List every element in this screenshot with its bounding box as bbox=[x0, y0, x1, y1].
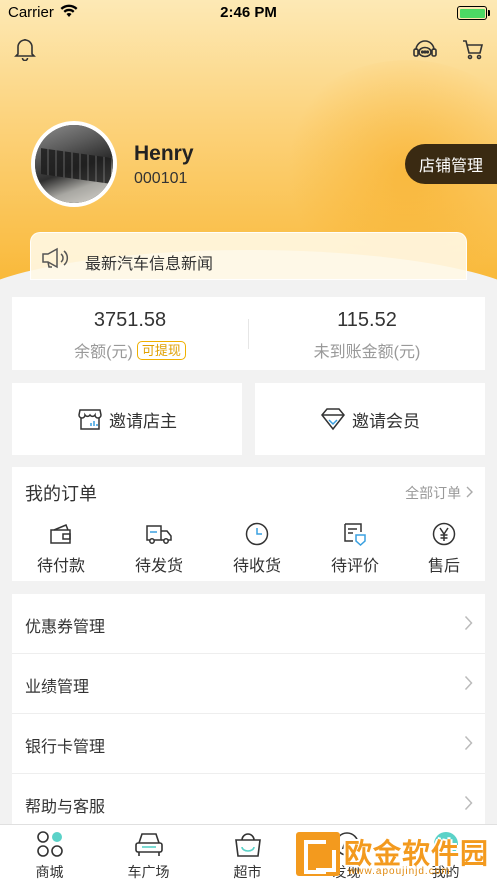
all-orders-link[interactable]: 全部订单 bbox=[405, 483, 473, 503]
all-orders-label: 全部订单 bbox=[405, 485, 462, 501]
invite-member-button[interactable]: 邀请会员 bbox=[255, 383, 485, 455]
order-after-sales[interactable]: 售后 bbox=[404, 521, 484, 577]
clock-icon bbox=[217, 521, 297, 547]
clock: 2:46 PM bbox=[220, 4, 277, 21]
order-pending-shipment[interactable]: 待发货 bbox=[119, 521, 199, 577]
megaphone-icon bbox=[41, 247, 75, 274]
invite-shop-owner-label: 邀请店主 bbox=[109, 411, 177, 431]
tab-supermarket-label: 超市 bbox=[233, 864, 262, 880]
cart-icon[interactable] bbox=[460, 36, 486, 62]
pending-amount: 115.52 bbox=[337, 309, 397, 331]
diamond-icon bbox=[320, 407, 346, 431]
watermark-url: www.apoujinjd.com bbox=[348, 866, 451, 877]
balance-card: 3751.58 余额(元) 可提现 115.52 未到账金额(元) bbox=[12, 297, 485, 370]
menu-item-performance[interactable]: 业绩管理 bbox=[12, 654, 485, 714]
invite-member-label: 邀请会员 bbox=[352, 411, 420, 431]
tab-supermarket[interactable]: 超市 bbox=[198, 827, 297, 882]
order-pending-review[interactable]: 待评价 bbox=[315, 521, 395, 577]
chevron-right-icon bbox=[464, 795, 473, 816]
status-bar: Carrier 2:46 PM bbox=[0, 0, 497, 26]
order-pending-payment-label: 待付款 bbox=[36, 558, 85, 575]
balance-pending[interactable]: 115.52 未到账金额(元) bbox=[249, 297, 485, 370]
menu-item-label: 银行卡管理 bbox=[25, 739, 106, 756]
truck-icon bbox=[119, 521, 199, 547]
chevron-right-icon bbox=[464, 615, 473, 636]
orders-card: 我的订单 全部订单 待付款 待发货 待收货 待评价 售后 bbox=[12, 467, 485, 581]
chevron-right-icon bbox=[465, 485, 473, 501]
order-pending-receipt-label: 待收货 bbox=[232, 558, 281, 575]
order-pending-payment[interactable]: 待付款 bbox=[21, 521, 101, 577]
tab-mall-label: 商城 bbox=[35, 864, 64, 880]
pending-label: 未到账金额(元) bbox=[313, 344, 421, 361]
settings-menu: 优惠券管理 业绩管理 银行卡管理 帮助与客服 bbox=[12, 594, 485, 834]
user-name: Henry bbox=[134, 142, 194, 165]
store-management-button[interactable]: 店铺管理 bbox=[405, 144, 497, 184]
user-id: 000101 bbox=[134, 170, 188, 187]
tab-car-plaza-label: 车广场 bbox=[127, 864, 170, 880]
menu-item-label: 业绩管理 bbox=[25, 679, 90, 696]
balance-label: 余额(元) bbox=[74, 344, 133, 361]
mall-icon bbox=[0, 827, 99, 859]
battery-icon bbox=[457, 6, 490, 20]
review-icon bbox=[315, 521, 395, 547]
menu-item-coupons[interactable]: 优惠券管理 bbox=[12, 594, 485, 654]
order-pending-shipment-label: 待发货 bbox=[134, 558, 183, 575]
balance-amount: 3751.58 bbox=[93, 309, 167, 331]
menu-item-bank-card[interactable]: 银行卡管理 bbox=[12, 714, 485, 774]
invite-shop-owner-button[interactable]: 邀请店主 bbox=[12, 383, 242, 455]
menu-item-label: 优惠券管理 bbox=[25, 619, 106, 636]
customer-service-icon[interactable] bbox=[412, 36, 438, 62]
chevron-right-icon bbox=[464, 735, 473, 756]
yen-icon bbox=[404, 521, 484, 547]
wallet-icon bbox=[21, 521, 101, 547]
news-notice-bar[interactable]: 最新汽车信息新闻 bbox=[30, 232, 467, 280]
shop-icon bbox=[77, 406, 103, 432]
tab-mall[interactable]: 商城 bbox=[0, 827, 99, 882]
balance-available[interactable]: 3751.58 余额(元) 可提现 bbox=[12, 297, 248, 370]
menu-item-label: 帮助与客服 bbox=[25, 799, 106, 816]
chevron-right-icon bbox=[464, 675, 473, 696]
basket-icon bbox=[198, 827, 297, 859]
orders-title: 我的订单 bbox=[25, 484, 97, 504]
order-after-sales-label: 售后 bbox=[427, 558, 460, 575]
watermark-icon bbox=[296, 832, 340, 876]
watermark-logo: 欧金软件园 www.apoujinjd.com bbox=[296, 828, 492, 880]
bell-icon[interactable] bbox=[12, 36, 38, 62]
avatar[interactable] bbox=[31, 121, 117, 207]
car-icon bbox=[99, 827, 198, 859]
order-pending-review-label: 待评价 bbox=[330, 558, 379, 575]
order-pending-receipt[interactable]: 待收货 bbox=[217, 521, 297, 577]
tab-car-plaza[interactable]: 车广场 bbox=[99, 827, 198, 882]
withdraw-tag[interactable]: 可提现 bbox=[136, 341, 186, 360]
news-notice-text: 最新汽车信息新闻 bbox=[85, 256, 214, 273]
